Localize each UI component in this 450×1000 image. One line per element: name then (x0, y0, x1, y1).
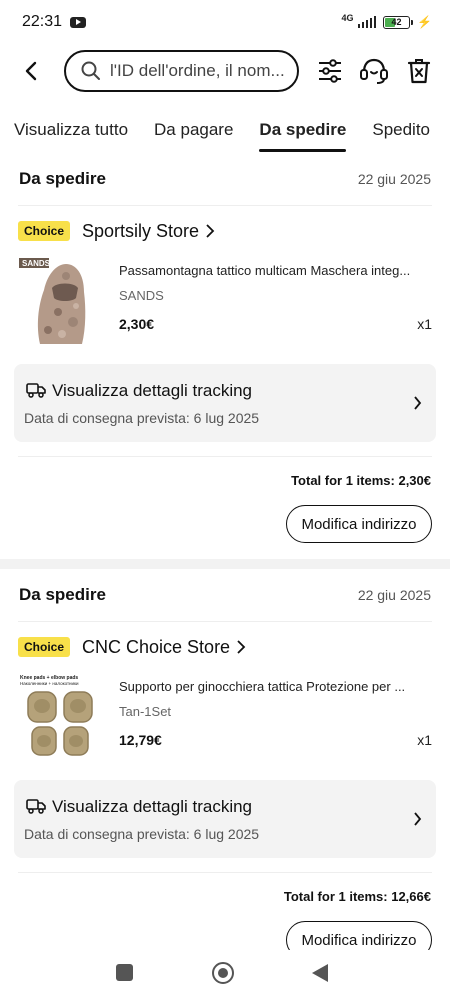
product-title: Supporto per ginocchiera tattica Protezi… (119, 679, 406, 694)
search-box[interactable] (64, 50, 300, 92)
truck-icon (26, 383, 46, 398)
order-total: Total for 1 items: 2,30€ (291, 473, 431, 488)
section-separator (0, 559, 450, 569)
back-triangle-button[interactable] (312, 964, 328, 982)
order-card: Da spedire 22 giu 2025 Choice CNC Choice… (0, 580, 450, 959)
filter-button[interactable] (315, 56, 345, 86)
balaclava-product-image: SANDS (18, 256, 104, 346)
choice-badge: Choice (18, 637, 71, 657)
divider (18, 205, 432, 206)
order-date: 22 giu 2025 (357, 587, 431, 603)
search-icon (81, 61, 100, 80)
product-title: Passamontagna tattico multicam Maschera … (119, 263, 411, 278)
store-link[interactable]: Choice CNC Choice Store (18, 634, 246, 660)
order-header: Da spedire 22 giu 2025 (19, 164, 431, 194)
home-button[interactable] (212, 962, 234, 984)
battery-level: 42 (391, 16, 402, 27)
order-status: Da spedire (19, 169, 106, 188)
divider (18, 872, 432, 873)
top-bar (0, 48, 450, 94)
chevron-right-icon (414, 812, 422, 826)
chevron-right-icon (206, 224, 215, 238)
product-quantity: x1 (417, 316, 432, 332)
support-button[interactable] (359, 56, 389, 86)
delete-button[interactable] (404, 56, 434, 86)
order-date: 22 giu 2025 (357, 171, 431, 187)
product-row[interactable]: Knee pads + elbow pads Наколенники + нал… (18, 672, 432, 764)
tab-to-pay[interactable]: Da pagare (154, 110, 233, 154)
product-price: 12,79€ (119, 732, 162, 748)
status-bar: 22:31 4G 42 ⚡ (0, 0, 450, 44)
tab-shipped[interactable]: Spedito (372, 110, 430, 154)
search-input[interactable] (110, 61, 300, 81)
charging-icon: ⚡ (417, 15, 432, 29)
chevron-left-icon (25, 61, 37, 81)
status-indicators: 4G 42 ⚡ (341, 13, 432, 29)
system-nav-bar (0, 950, 450, 1000)
signal-icon (357, 16, 377, 28)
tab-to-ship[interactable]: Da spedire (259, 110, 346, 154)
tracking-details-button[interactable]: Visualizza dettagli tracking Data di con… (14, 780, 436, 858)
chevron-right-icon (237, 640, 246, 654)
divider (18, 456, 432, 457)
tracking-title: Visualizza dettagli tracking (52, 381, 253, 400)
divider (18, 621, 432, 622)
back-button[interactable] (18, 58, 44, 84)
chevron-right-icon (414, 396, 422, 410)
product-quantity: x1 (417, 732, 432, 748)
order-tabs: Visualizza tutto Da pagare Da spedire Sp… (0, 110, 450, 154)
product-variant: Tan-1Set (119, 704, 172, 719)
edit-address-button[interactable]: Modifica indirizzo (286, 505, 432, 543)
thumb-brand-label: SANDS (22, 259, 51, 268)
tab-all[interactable]: Visualizza tutto (14, 110, 128, 154)
headset-icon (360, 58, 388, 84)
truck-icon (26, 799, 46, 814)
product-price: 2,30€ (119, 316, 155, 332)
thumb-label-ru: Наколенники + налокотники (20, 681, 79, 686)
battery-icon: 42 (383, 15, 414, 29)
tracking-details-button[interactable]: Visualizza dettagli tracking Data di con… (14, 364, 436, 442)
order-card: Da spedire 22 giu 2025 Choice Sportsily … (0, 164, 450, 556)
product-row[interactable]: SANDS Passamontagna tattico multicam Mas… (18, 256, 432, 348)
network-type: 4G (341, 13, 354, 23)
delivery-estimate: Data di consegna prevista: 6 lug 2025 (24, 826, 260, 842)
store-link[interactable]: Choice Sportsily Store (18, 218, 215, 244)
store-name: Sportsily Store (82, 220, 200, 241)
order-total: Total for 1 items: 12,66€ (283, 889, 431, 904)
knee-pads-product-image: Knee pads + elbow pads Наколенники + нал… (18, 672, 104, 762)
recents-button[interactable] (116, 964, 133, 981)
youtube-notification-icon (70, 16, 87, 28)
status-time: 22:31 (22, 13, 63, 30)
store-name: CNC Choice Store (82, 636, 231, 657)
choice-badge: Choice (18, 221, 71, 241)
trash-icon (407, 59, 431, 84)
delivery-estimate: Data di consegna prevista: 6 lug 2025 (24, 410, 260, 426)
tracking-title: Visualizza dettagli tracking (52, 797, 253, 816)
filter-icon (319, 59, 341, 83)
order-header: Da spedire 22 giu 2025 (19, 580, 431, 610)
order-status: Da spedire (19, 585, 106, 604)
product-variant: SANDS (119, 288, 164, 303)
